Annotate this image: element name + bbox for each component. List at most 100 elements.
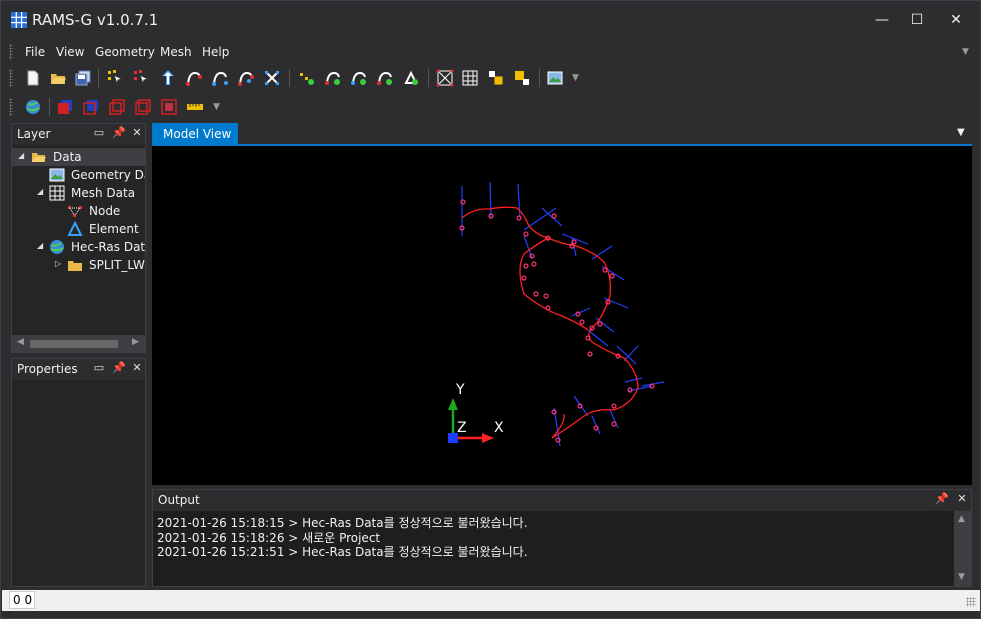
select-node-icon[interactable] — [107, 69, 125, 87]
tree-item-label: Geometry Dat — [71, 168, 145, 182]
tree-item-mesh-data[interactable]: ◢ Mesh Data — [12, 184, 145, 202]
toolbar-separator — [539, 69, 540, 87]
tree-item-split-lw[interactable]: ▷ SPLIT_LW — [12, 256, 145, 274]
output-vertical-scrollbar[interactable]: ▲ ▼ — [954, 511, 971, 586]
collapsed-arrow-icon[interactable]: ▷ — [55, 259, 64, 268]
box-side-icon[interactable] — [160, 98, 178, 116]
line-split-icon[interactable] — [376, 69, 394, 87]
new-file-icon[interactable] — [24, 69, 42, 87]
log-line: 2021-01-26 15:21:51 > Hec-Ras Data를 정상적으… — [157, 545, 528, 559]
menu-overflow-icon[interactable]: ▼ — [962, 47, 969, 57]
toolbar-overflow-icon[interactable]: ▼ — [572, 73, 579, 83]
delete-line-icon[interactable] — [263, 69, 281, 87]
geometry-view-icon[interactable] — [546, 69, 564, 87]
tree-item-label: Hec-Ras Data — [71, 240, 145, 254]
save-icon[interactable] — [74, 69, 92, 87]
menu-help[interactable]: Help — [202, 45, 229, 59]
model-canvas[interactable] — [152, 146, 972, 485]
box-solid-icon[interactable] — [56, 98, 74, 116]
open-folder-icon[interactable] — [49, 69, 67, 87]
scrollbar-thumb[interactable] — [30, 340, 118, 348]
title-bar[interactable]: RAMS-G v1.0.7.1 — ☐ ✕ — [1, 1, 980, 39]
river-nodes — [459, 199, 655, 443]
mesh-generate-icon[interactable] — [436, 69, 454, 87]
menu-mesh[interactable]: Mesh — [160, 45, 192, 59]
expanded-arrow-icon[interactable]: ◢ — [37, 241, 46, 250]
box-top-icon[interactable] — [134, 98, 152, 116]
line-add-icon[interactable] — [324, 69, 342, 87]
scroll-left-icon[interactable]: ◀ — [17, 337, 24, 347]
toolbar-grip-icon[interactable] — [9, 69, 13, 87]
mesh-import-icon[interactable] — [513, 69, 531, 87]
properties-panel: Properties ▭ 📌 ✕ — [11, 358, 146, 587]
axis-y-label: Y — [456, 382, 465, 398]
float-window-icon[interactable]: ▭ — [92, 361, 106, 375]
element-icon — [67, 221, 83, 236]
layer-horizontal-scrollbar[interactable]: ◀ ▶ — [12, 335, 145, 352]
pin-icon[interactable]: 📌 — [112, 361, 126, 375]
globe-icon[interactable] — [24, 98, 42, 116]
box-right-icon[interactable] — [108, 98, 126, 116]
model-viewport[interactable]: Y Z X — [152, 146, 972, 485]
axis-x-arrow-icon — [482, 433, 494, 443]
globe-icon — [50, 240, 64, 254]
folder-open-icon — [32, 153, 46, 162]
mesh-grid-icon[interactable] — [461, 69, 479, 87]
scroll-up-icon[interactable]: ▲ — [958, 514, 965, 524]
scroll-right-icon[interactable]: ▶ — [132, 337, 139, 347]
output-panel-header[interactable]: Output 📌 ✕ — [153, 490, 971, 510]
close-icon[interactable]: ✕ — [130, 126, 144, 140]
node-star-icon[interactable] — [402, 69, 420, 87]
menu-file[interactable]: File — [25, 45, 45, 59]
output-panel: Output 📌 ✕ 2021-01-26 15:18:15 > Hec-Ras… — [152, 489, 972, 587]
float-window-icon[interactable]: ▭ — [92, 126, 106, 140]
pin-icon[interactable]: 📌 — [112, 126, 126, 140]
axis-gizmo — [448, 398, 494, 443]
scroll-down-icon[interactable]: ▼ — [958, 572, 965, 582]
box-front-icon[interactable] — [82, 98, 100, 116]
tree-item-label: Data — [53, 150, 82, 164]
minimize-button[interactable]: — — [864, 7, 900, 33]
tree-item-label: Element — [89, 222, 139, 236]
menu-geometry[interactable]: Geometry — [95, 45, 155, 59]
geometry-icon — [49, 168, 65, 182]
toolbar-separator — [289, 69, 290, 87]
close-icon[interactable]: ✕ — [955, 492, 969, 506]
tab-model-view[interactable]: Model View — [152, 123, 238, 145]
edit-line-icon[interactable] — [211, 69, 229, 87]
resize-grip-icon[interactable] — [966, 597, 976, 607]
add-node-icon[interactable] — [133, 69, 151, 87]
expanded-arrow-icon[interactable]: ◢ — [37, 187, 46, 196]
close-icon[interactable]: ✕ — [130, 361, 144, 375]
layer-tree: ◢ Data Geometry Dat ◢ Mesh Data Node Ele… — [12, 145, 145, 352]
app-window: RAMS-G v1.0.7.1 — ☐ ✕ File View Geometry… — [0, 0, 981, 619]
tree-item-hec-ras-data[interactable]: ◢ Hec-Ras Data — [12, 238, 145, 256]
toolbar-grip-icon[interactable] — [9, 98, 13, 116]
line-insert-icon[interactable] — [350, 69, 368, 87]
mesh-icon — [49, 185, 65, 201]
output-log: 2021-01-26 15:18:15 > Hec-Ras Data를 정상적으… — [153, 511, 971, 586]
axis-y-arrow-icon — [448, 398, 458, 410]
pin-icon[interactable]: 📌 — [935, 492, 949, 506]
split-line-icon[interactable] — [237, 69, 255, 87]
move-node-icon[interactable] — [159, 69, 177, 87]
draw-line-icon[interactable] — [185, 69, 203, 87]
ruler-icon[interactable] — [186, 98, 204, 116]
menu-grip-icon[interactable] — [9, 44, 13, 60]
maximize-button[interactable]: ☐ — [899, 7, 935, 33]
window-title: RAMS-G v1.0.7.1 — [32, 11, 159, 29]
properties-panel-header[interactable]: Properties ▭ 📌 ✕ — [12, 359, 145, 379]
tree-item-label: Mesh Data — [71, 186, 136, 200]
close-button[interactable]: ✕ — [938, 7, 974, 33]
layer-panel-header[interactable]: Layer ▭ 📌 ✕ — [12, 124, 145, 144]
node-add-icon[interactable] — [298, 69, 316, 87]
tree-item-data[interactable]: ◢ Data — [12, 148, 145, 166]
tree-item-element[interactable]: Element — [12, 220, 145, 238]
tree-item-node[interactable]: Node — [12, 202, 145, 220]
expanded-arrow-icon[interactable]: ◢ — [18, 151, 27, 160]
toolbar-overflow-icon[interactable]: ▼ — [213, 102, 220, 112]
menu-view[interactable]: View — [56, 45, 84, 59]
tab-dropdown-icon[interactable]: ▼ — [957, 127, 965, 138]
tree-item-geometry-data[interactable]: Geometry Dat — [12, 166, 145, 184]
mesh-export-icon[interactable] — [487, 69, 505, 87]
